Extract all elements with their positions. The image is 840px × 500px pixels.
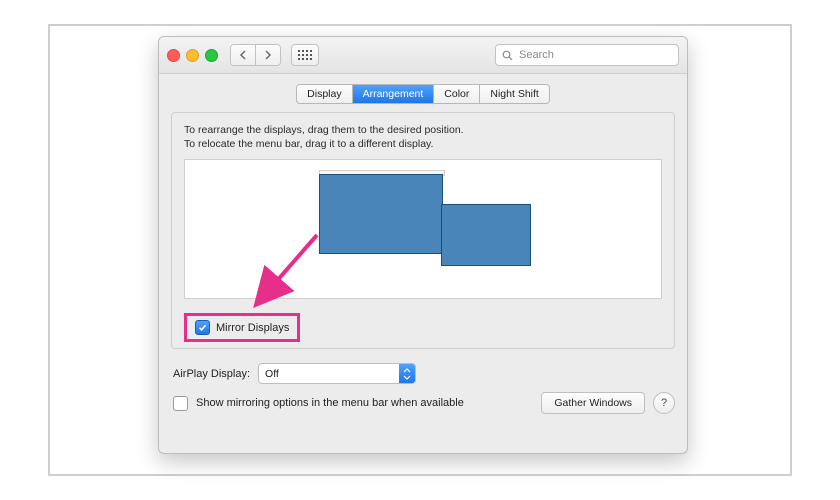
mirror-displays-checkbox[interactable] — [195, 320, 210, 335]
updown-icon — [399, 364, 415, 383]
tab-arrangement[interactable]: Arrangement — [352, 85, 434, 103]
forward-button[interactable] — [255, 45, 280, 65]
airplay-label: AirPlay Display: — [173, 368, 250, 380]
check-icon — [198, 323, 207, 332]
airplay-row: AirPlay Display: Off — [173, 363, 675, 384]
back-button[interactable] — [231, 45, 255, 65]
arrangement-panel: To rearrange the displays, drag them to … — [171, 112, 675, 349]
chevron-left-icon — [239, 50, 247, 60]
airplay-value: Off — [265, 368, 279, 380]
hint-line-2: To relocate the menu bar, drag it to a d… — [184, 137, 662, 151]
image-border: Search Display Arrangement Color Night S… — [48, 24, 792, 476]
zoom-icon[interactable] — [205, 49, 218, 62]
prefs-window: Search Display Arrangement Color Night S… — [158, 36, 688, 454]
close-icon[interactable] — [167, 49, 180, 62]
airplay-select[interactable]: Off — [258, 363, 416, 384]
chevron-right-icon — [264, 50, 272, 60]
search-icon — [502, 50, 513, 61]
tab-night-shift[interactable]: Night Shift — [479, 85, 548, 103]
minimize-icon[interactable] — [186, 49, 199, 62]
nav-back-forward — [230, 44, 281, 66]
mirror-row: Mirror Displays — [184, 313, 662, 342]
show-all-button[interactable] — [291, 44, 319, 66]
tab-color[interactable]: Color — [433, 85, 479, 103]
display-arrangement-area[interactable] — [184, 159, 662, 299]
tabs: Display Arrangement Color Night Shift — [171, 84, 675, 104]
window-controls — [167, 49, 218, 62]
display-primary[interactable] — [319, 174, 443, 254]
bottom-row: Show mirroring options in the menu bar w… — [173, 392, 675, 414]
display-secondary[interactable] — [441, 204, 531, 266]
search-input[interactable]: Search — [495, 44, 679, 66]
show-mirroring-label: Show mirroring options in the menu bar w… — [196, 397, 464, 409]
annotation-highlight: Mirror Displays — [184, 313, 300, 342]
search-placeholder: Search — [519, 49, 554, 61]
mirror-displays-label: Mirror Displays — [216, 322, 289, 334]
grid-icon — [298, 50, 312, 60]
gather-windows-button[interactable]: Gather Windows — [541, 392, 645, 414]
tab-display[interactable]: Display — [297, 85, 351, 103]
titlebar: Search — [159, 37, 687, 74]
help-button[interactable]: ? — [653, 392, 675, 414]
content: Display Arrangement Color Night Shift To… — [159, 74, 687, 422]
hint-line-1: To rearrange the displays, drag them to … — [184, 123, 662, 137]
show-mirroring-checkbox[interactable] — [173, 396, 188, 411]
